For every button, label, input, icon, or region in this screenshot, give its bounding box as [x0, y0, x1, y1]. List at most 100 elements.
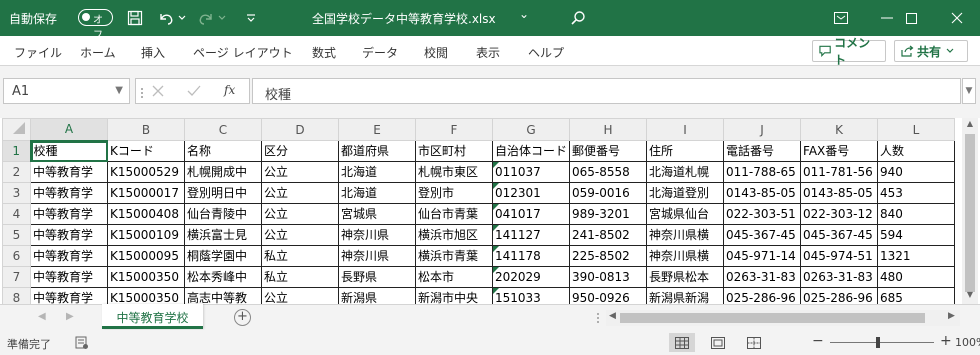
row-header[interactable]: 1 [2, 140, 32, 162]
row-header[interactable]: 2 [2, 161, 31, 183]
select-all-icon[interactable] [2, 118, 31, 141]
cell[interactable]: 011037 [491, 161, 571, 183]
horizontal-scroll-thumb[interactable] [620, 313, 925, 323]
cell[interactable]: 390-0813 [569, 266, 648, 288]
cell[interactable]: 神奈川県 [338, 245, 416, 267]
cell[interactable]: 公立 [261, 161, 339, 183]
cell[interactable]: 宮城県 [338, 203, 416, 225]
cell[interactable]: 登別明日中 [184, 182, 262, 204]
cell[interactable]: 045-367-45 [800, 224, 879, 246]
ribbon-display-icon[interactable] [818, 0, 864, 36]
cell[interactable]: 0263-31-83 [723, 266, 802, 288]
column-header[interactable]: L [877, 118, 956, 141]
cell[interactable]: 012301 [491, 182, 571, 204]
prev-sheet-icon[interactable]: ◀ [38, 311, 46, 322]
cell[interactable]: 北海道 [338, 161, 416, 183]
cell[interactable]: 022-303-51 [723, 203, 802, 225]
zoom-slider[interactable] [830, 342, 934, 343]
cell[interactable]: 都道府県 [338, 140, 416, 162]
cell[interactable]: 141178 [491, 245, 571, 267]
tab-home[interactable]: ホーム [80, 44, 116, 61]
cell[interactable]: 住所 [646, 140, 725, 162]
cell[interactable]: 札幌開成中 [184, 161, 262, 183]
row-header[interactable]: 3 [2, 182, 31, 204]
macro-record-icon[interactable] [75, 336, 89, 350]
cell[interactable]: 011-781-56 [800, 161, 879, 183]
tab-review[interactable]: 校閲 [424, 44, 448, 61]
zoom-percent[interactable]: 100% [955, 336, 980, 349]
scroll-down-icon[interactable]: ▼ [962, 290, 978, 304]
cell[interactable]: 区分 [261, 140, 339, 162]
insert-function-icon[interactable]: fx [224, 83, 235, 97]
tab-data[interactable]: データ [362, 44, 398, 61]
row-header[interactable]: 5 [2, 224, 31, 246]
cell[interactable]: 郵便番号 [569, 140, 648, 162]
cell[interactable]: 公立 [261, 203, 339, 225]
cell[interactable]: 札幌市東区 [415, 161, 493, 183]
title-chevron-icon[interactable]: ⌄ [519, 7, 529, 21]
cell[interactable]: 0263-31-83 [800, 266, 879, 288]
page-break-view-icon[interactable] [741, 333, 767, 352]
close-icon[interactable] [934, 0, 980, 36]
cell[interactable]: 電話番号 [723, 140, 802, 162]
cell[interactable]: 0143-85-05 [800, 182, 879, 204]
tab-view[interactable]: 表示 [476, 44, 500, 61]
redo-dropdown-icon[interactable] [216, 8, 228, 28]
scroll-up-icon[interactable]: ▲ [962, 119, 978, 133]
zoom-in-button[interactable]: + [940, 333, 952, 349]
tab-page-layout[interactable]: ページ レイアウト [193, 44, 293, 61]
autosave-toggle[interactable]: オフ [78, 9, 113, 41]
horizontal-scrollbar[interactable]: ◀ ▶ [606, 310, 960, 326]
comment-button[interactable]: コメント [812, 36, 886, 67]
column-header[interactable]: A [30, 118, 108, 142]
cell[interactable]: 横浜市旭区 [415, 224, 493, 246]
cell[interactable]: 065-8558 [569, 161, 648, 183]
cell[interactable]: 011-788-65 [723, 161, 802, 183]
cell[interactable]: 人数 [877, 140, 956, 162]
cell[interactable]: 中等教育学 [30, 224, 108, 246]
cell[interactable]: FAX番号 [800, 140, 879, 162]
column-header[interactable]: D [261, 118, 339, 141]
cell[interactable]: 989-3201 [569, 203, 648, 225]
expand-formula-bar-icon[interactable]: ▼ [962, 78, 976, 104]
cell[interactable]: 松本市 [415, 266, 493, 288]
row-header[interactable]: 7 [2, 266, 31, 288]
row-header[interactable]: 6 [2, 245, 31, 267]
cell[interactable]: 北海道札幌 [646, 161, 725, 183]
save-icon[interactable] [125, 8, 145, 28]
cell[interactable]: 神奈川県横 [646, 224, 725, 246]
cell[interactable]: 私立 [261, 245, 339, 267]
cell[interactable]: 宮城県仙台 [646, 203, 725, 225]
tab-insert[interactable]: 挿入 [141, 44, 165, 61]
undo-icon[interactable] [156, 8, 176, 28]
formula-input[interactable]: 校種 [252, 78, 961, 104]
name-box[interactable]: A1 ▼ [3, 78, 130, 104]
scroll-left-icon[interactable]: ◀ [609, 311, 616, 321]
cell[interactable]: 公立 [261, 182, 339, 204]
column-header[interactable]: F [415, 118, 493, 141]
column-header[interactable]: I [646, 118, 725, 141]
page-layout-view-icon[interactable] [705, 333, 731, 352]
scroll-right-icon[interactable]: ▶ [948, 311, 955, 321]
cell[interactable]: 桐蔭学園中 [184, 245, 262, 267]
cell[interactable]: 仙台青陵中 [184, 203, 262, 225]
cell[interactable]: 北海道 [338, 182, 416, 204]
share-button[interactable]: 共有 [894, 40, 968, 62]
cell[interactable]: 045-974-51 [800, 245, 879, 267]
zoom-out-button[interactable]: − [812, 333, 824, 349]
cell[interactable]: 仙台市青葉 [415, 203, 493, 225]
enter-icon[interactable] [187, 85, 201, 97]
cell[interactable]: 1321 [877, 245, 956, 267]
cell[interactable]: 登別市 [415, 182, 493, 204]
add-sheet-icon[interactable]: + [234, 309, 251, 326]
column-header[interactable]: K [800, 118, 879, 141]
cell[interactable]: 中等教育学 [30, 203, 108, 225]
cell[interactable]: 141127 [491, 224, 571, 246]
cell[interactable]: 私立 [261, 266, 339, 288]
column-header[interactable]: G [491, 118, 571, 141]
search-icon[interactable] [568, 8, 588, 28]
cell[interactable]: 神奈川県横 [646, 245, 725, 267]
zoom-slider-knob[interactable] [876, 337, 880, 348]
tab-splitter-icon[interactable] [596, 312, 600, 324]
cell[interactable]: Kコード [107, 140, 185, 162]
